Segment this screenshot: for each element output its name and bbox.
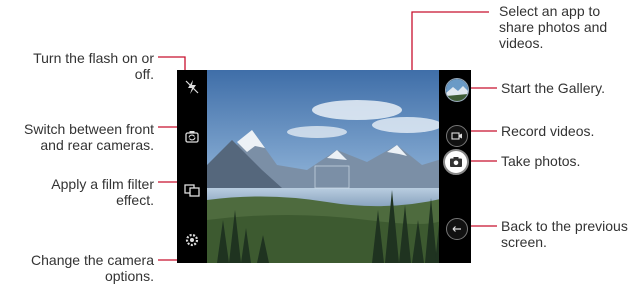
flash-callout: Turn the flash on or off. xyxy=(33,50,154,82)
gallery-callout: Start the Gallery. xyxy=(501,80,606,96)
back-arrow-icon xyxy=(452,226,461,232)
viewfinder-preview[interactable] xyxy=(207,70,445,263)
film-filter-icon[interactable] xyxy=(183,181,201,199)
camera-icon xyxy=(450,157,462,167)
record-callout: Record videos. xyxy=(501,123,595,139)
camera-options-callout: Change the camera options. xyxy=(31,252,154,284)
gallery-thumbnail[interactable] xyxy=(445,78,469,102)
film-filter-callout: Apply a film filter effect. xyxy=(51,176,154,208)
share-callout-line xyxy=(411,11,489,70)
switch-camera-callout: Switch between front and rear cameras. xyxy=(24,121,154,153)
take-photos-callout: Take photos. xyxy=(501,153,581,169)
gear-icon[interactable] xyxy=(183,231,201,249)
shutter-button[interactable] xyxy=(443,149,469,175)
back-callout: Back to the previous screen. xyxy=(501,218,628,250)
record-button[interactable] xyxy=(446,125,468,147)
flash-callout-line xyxy=(158,56,186,70)
flash-off-icon[interactable] xyxy=(183,78,201,96)
back-button[interactable] xyxy=(446,218,468,240)
switch-camera-icon[interactable] xyxy=(183,128,201,146)
left-toolbar xyxy=(177,70,207,263)
video-camera-icon xyxy=(451,132,462,140)
share-callout: Select an app to share photos and videos… xyxy=(499,3,608,51)
camera-screen xyxy=(177,70,471,263)
